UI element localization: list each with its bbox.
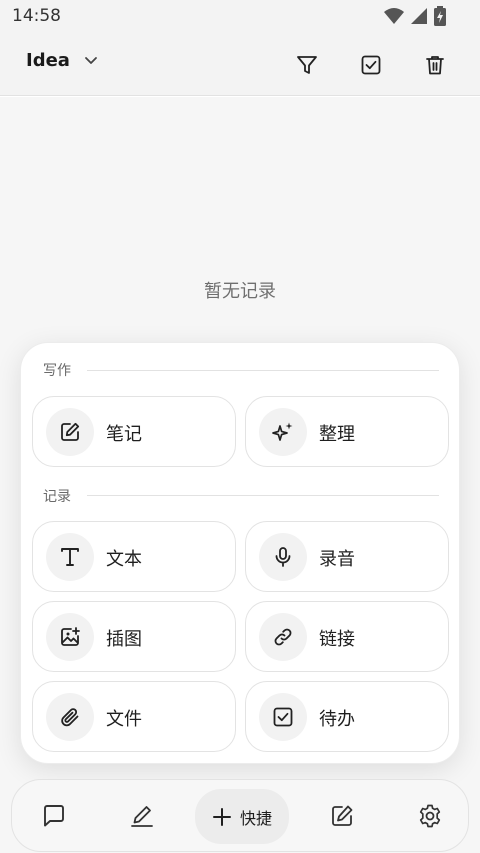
section-divider: [87, 370, 439, 371]
paperclip-icon: [46, 693, 94, 741]
quick-item-label: 链接: [319, 629, 355, 650]
signal-icon: [410, 7, 428, 25]
text-icon: [46, 533, 94, 581]
quick-item-label: 文件: [106, 709, 142, 730]
chevron-down-icon: [84, 56, 98, 66]
quick-item-label: 录音: [319, 549, 355, 570]
section-label-record: 记录: [43, 489, 71, 505]
chat-icon: [41, 803, 67, 829]
quick-item-label: 笔记: [106, 424, 142, 445]
checkbox-icon: [360, 54, 382, 76]
empty-state-text: 暂无记录: [204, 281, 276, 302]
edit-note-icon: [46, 408, 94, 456]
quick-create-label: 快捷: [239, 808, 272, 828]
delete-button[interactable]: [418, 48, 452, 82]
status-time: 14:58: [12, 6, 61, 26]
settings-icon: [417, 803, 443, 829]
microphone-icon: [259, 533, 307, 581]
quick-item-audio[interactable]: 录音: [245, 521, 449, 592]
status-icons: [384, 6, 446, 26]
bottom-nav-bar: 快捷: [11, 779, 469, 852]
quick-item-note[interactable]: 笔记: [32, 396, 236, 467]
nav-edit-button[interactable]: [320, 794, 364, 838]
battery-icon: [434, 6, 446, 26]
quick-item-link[interactable]: 链接: [245, 601, 449, 672]
link-icon: [259, 613, 307, 661]
section-divider: [87, 495, 439, 496]
todo-checkbox-icon: [259, 693, 307, 741]
quick-item-image[interactable]: 插图: [32, 601, 236, 672]
quick-item-text[interactable]: 文本: [32, 521, 236, 592]
quick-item-todo[interactable]: 待办: [245, 681, 449, 752]
quick-item-organize[interactable]: 整理: [245, 396, 449, 467]
section-label-writing: 写作: [43, 363, 71, 379]
sparkle-icon: [259, 408, 307, 456]
pen-icon: [129, 803, 155, 829]
quick-item-label: 整理: [319, 424, 355, 445]
quick-item-label: 文本: [106, 549, 142, 570]
notebook-title: Idea: [26, 50, 70, 71]
trash-icon: [424, 54, 446, 76]
nav-settings-button[interactable]: [408, 794, 452, 838]
notebook-selector[interactable]: Idea: [26, 50, 98, 71]
status-bar: 14:58: [0, 0, 480, 34]
quick-item-label: 插图: [106, 629, 142, 650]
image-add-icon: [46, 613, 94, 661]
filter-button[interactable]: [290, 48, 324, 82]
plus-icon: [212, 807, 232, 827]
multi-select-button[interactable]: [354, 48, 388, 82]
nav-draw-button[interactable]: [120, 794, 164, 838]
edit-icon: [329, 803, 355, 829]
wifi-icon: [384, 7, 404, 25]
filter-icon: [296, 54, 318, 76]
quick-item-label: 待办: [319, 709, 355, 730]
quick-item-file[interactable]: 文件: [32, 681, 236, 752]
quick-create-panel: 写作 笔记 整理 记录 文本 录音 插图 链接 文件 待办: [20, 342, 460, 764]
nav-chat-button[interactable]: [32, 794, 76, 838]
top-app-bar: Idea: [0, 34, 480, 96]
quick-create-button[interactable]: 快捷: [195, 789, 289, 844]
